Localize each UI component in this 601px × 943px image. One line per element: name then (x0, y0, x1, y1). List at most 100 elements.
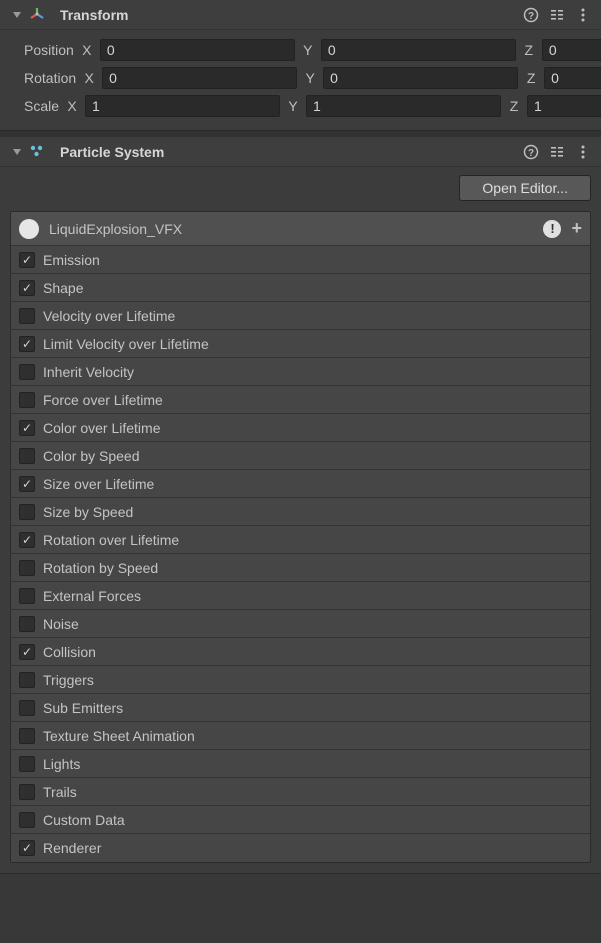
scale-x-input[interactable] (85, 95, 280, 117)
module-label: Shape (43, 280, 582, 296)
module-checkbox[interactable] (19, 616, 35, 632)
rotation-z-input[interactable] (544, 67, 601, 89)
position-z-input[interactable] (542, 39, 601, 61)
module-row[interactable]: Collision (11, 638, 590, 666)
module-label: Renderer (43, 840, 582, 856)
rotation-row: Rotation X Y Z (10, 64, 591, 92)
module-row[interactable]: Triggers (11, 666, 590, 694)
module-checkbox[interactable] (19, 532, 35, 548)
module-checkbox[interactable] (19, 420, 35, 436)
module-checkbox[interactable] (19, 840, 35, 856)
module-checkbox[interactable] (19, 476, 35, 492)
module-checkbox[interactable] (19, 784, 35, 800)
module-checkbox[interactable] (19, 448, 35, 464)
axis-x-label: X (65, 98, 79, 114)
position-x-input[interactable] (100, 39, 295, 61)
module-row[interactable]: Lights (11, 750, 590, 778)
module-row[interactable]: Size by Speed (11, 498, 590, 526)
module-row[interactable]: Rotation by Speed (11, 554, 590, 582)
particle-system-header[interactable]: Particle System ? (0, 137, 601, 167)
module-label: Emission (43, 252, 582, 268)
module-row[interactable]: Force over Lifetime (11, 386, 590, 414)
module-checkbox[interactable] (19, 812, 35, 828)
module-checkbox[interactable] (19, 588, 35, 604)
module-label: Limit Velocity over Lifetime (43, 336, 582, 352)
module-checkbox[interactable] (19, 252, 35, 268)
axis-z-label: Z (507, 98, 521, 114)
module-checkbox[interactable] (19, 364, 35, 380)
help-icon[interactable]: ? (523, 144, 539, 160)
module-row[interactable]: Texture Sheet Animation (11, 722, 590, 750)
particle-system-title: Particle System (60, 144, 523, 160)
module-label: Velocity over Lifetime (43, 308, 582, 324)
module-label: Rotation by Speed (43, 560, 582, 576)
module-row[interactable]: Emission (11, 246, 590, 274)
module-row[interactable]: Custom Data (11, 806, 590, 834)
module-row[interactable]: Trails (11, 778, 590, 806)
module-row[interactable]: Sub Emitters (11, 694, 590, 722)
foldout-icon[interactable] (10, 8, 24, 22)
main-module-row[interactable]: LiquidExplosion_VFX ! + (11, 212, 590, 246)
module-checkbox[interactable] (19, 756, 35, 772)
transform-component: Transform ? Position X Y Z Rotation X Y (0, 0, 601, 131)
module-row[interactable]: Noise (11, 610, 590, 638)
module-checkbox[interactable] (19, 308, 35, 324)
menu-icon[interactable] (575, 7, 591, 23)
main-module-label: LiquidExplosion_VFX (49, 221, 535, 237)
module-checkbox[interactable] (19, 672, 35, 688)
transform-body: Position X Y Z Rotation X Y Z Scale (0, 30, 601, 130)
preset-icon[interactable] (549, 7, 565, 23)
help-icon[interactable]: ? (523, 7, 539, 23)
rotation-y-input[interactable] (323, 67, 518, 89)
module-label: Custom Data (43, 812, 582, 828)
module-row[interactable]: Limit Velocity over Lifetime (11, 330, 590, 358)
module-label: Color over Lifetime (43, 420, 582, 436)
module-label: Sub Emitters (43, 700, 582, 716)
module-checkbox[interactable] (19, 700, 35, 716)
module-row[interactable]: Velocity over Lifetime (11, 302, 590, 330)
particle-system-body: Open Editor... LiquidExplosion_VFX ! + E… (0, 167, 601, 873)
module-checkbox[interactable] (19, 336, 35, 352)
module-row[interactable]: External Forces (11, 582, 590, 610)
module-checkbox[interactable] (19, 728, 35, 744)
module-row[interactable]: Renderer (11, 834, 590, 862)
warning-icon[interactable]: ! (543, 220, 561, 238)
module-checkbox[interactable] (19, 504, 35, 520)
module-checkbox[interactable] (19, 392, 35, 408)
scale-label: Scale (10, 98, 59, 114)
axis-x-label: X (80, 42, 94, 58)
scale-y-input[interactable] (306, 95, 501, 117)
module-checkbox[interactable] (19, 280, 35, 296)
module-row[interactable]: Size over Lifetime (11, 470, 590, 498)
axis-y-label: Y (286, 98, 300, 114)
transform-icon (28, 6, 46, 24)
module-label: Lights (43, 756, 582, 772)
module-row[interactable]: Shape (11, 274, 590, 302)
scale-z-input[interactable] (527, 95, 601, 117)
preset-icon[interactable] (549, 144, 565, 160)
position-label: Position (10, 42, 74, 58)
foldout-icon[interactable] (10, 145, 24, 159)
module-checkbox[interactable] (19, 644, 35, 660)
module-label: Color by Speed (43, 448, 582, 464)
module-label: Rotation over Lifetime (43, 532, 582, 548)
axis-z-label: Z (524, 70, 538, 86)
module-row[interactable]: Inherit Velocity (11, 358, 590, 386)
svg-text:?: ? (528, 148, 534, 159)
module-row[interactable]: Rotation over Lifetime (11, 526, 590, 554)
position-y-input[interactable] (321, 39, 516, 61)
add-module-icon[interactable]: + (571, 218, 582, 239)
module-label: External Forces (43, 588, 582, 604)
axis-x-label: X (82, 70, 96, 86)
module-row[interactable]: Color over Lifetime (11, 414, 590, 442)
module-label: Noise (43, 616, 582, 632)
rotation-x-input[interactable] (102, 67, 297, 89)
module-label: Size over Lifetime (43, 476, 582, 492)
main-module-icon (19, 219, 39, 239)
menu-icon[interactable] (575, 144, 591, 160)
open-editor-button[interactable]: Open Editor... (459, 175, 591, 201)
module-checkbox[interactable] (19, 560, 35, 576)
module-label: Texture Sheet Animation (43, 728, 582, 744)
transform-header[interactable]: Transform ? (0, 0, 601, 30)
module-row[interactable]: Color by Speed (11, 442, 590, 470)
